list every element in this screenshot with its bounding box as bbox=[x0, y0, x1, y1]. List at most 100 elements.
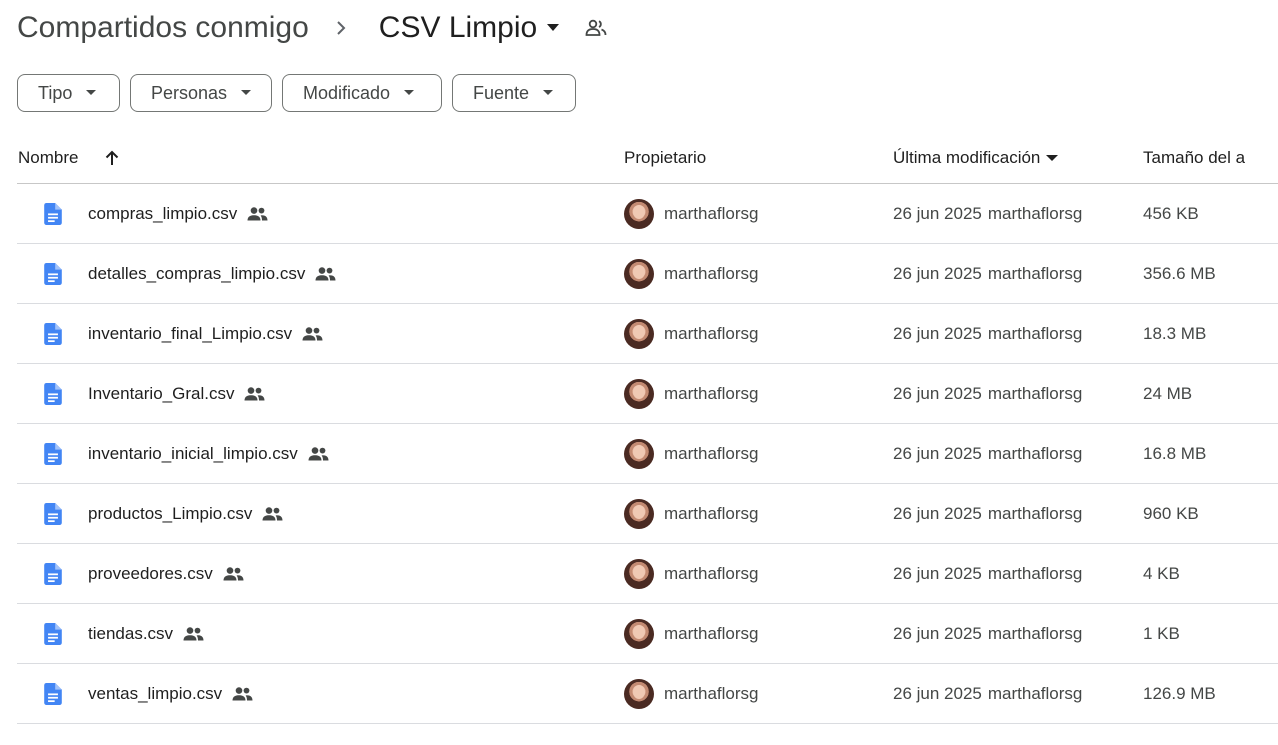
caret-down-icon bbox=[241, 90, 252, 96]
modified-by: marthaflorsg bbox=[987, 623, 1083, 643]
file-size: 960 KB bbox=[1143, 503, 1199, 523]
modified-cell: 26 jun 2025 marthaflorsg bbox=[893, 604, 1082, 663]
file-row[interactable]: compras_limpio.csv marthaflorsg 26 jun 2… bbox=[17, 184, 1278, 244]
column-header-size[interactable]: Tamaño del archivo bbox=[1143, 133, 1245, 183]
modified-by: marthaflorsg bbox=[987, 323, 1083, 343]
file-name-cell: ventas_limpio.csv bbox=[88, 664, 253, 723]
file-row[interactable]: Inventario_Gral.csv marthaflorsg 26 jun … bbox=[17, 364, 1278, 424]
modified-by: marthaflorsg bbox=[987, 383, 1083, 403]
file-name[interactable]: Inventario_Gral.csv bbox=[88, 384, 234, 404]
filter-modified-chip[interactable]: Modificado bbox=[282, 74, 442, 112]
file-rows: compras_limpio.csv marthaflorsg 26 jun 2… bbox=[17, 184, 1278, 724]
owner-cell: marthaflorsg bbox=[624, 484, 758, 543]
file-row[interactable]: tiendas.csv marthaflorsg 26 jun 2025 mar… bbox=[17, 604, 1278, 664]
file-row[interactable]: proveedores.csv marthaflorsg 26 jun 2025… bbox=[17, 544, 1278, 604]
modified-cell: 26 jun 2025 marthaflorsg bbox=[893, 244, 1082, 303]
doc-file-icon bbox=[43, 544, 63, 603]
size-cell: 126.9 MB bbox=[1143, 664, 1216, 723]
modified-date: 26 jun 2025 bbox=[893, 563, 982, 583]
doc-file-icon bbox=[43, 664, 63, 723]
owner-name: marthaflorsg bbox=[664, 263, 759, 283]
owner-cell: marthaflorsg bbox=[624, 544, 758, 603]
arrow-up-icon[interactable] bbox=[104, 150, 120, 166]
caret-down-icon bbox=[1046, 154, 1059, 162]
size-cell: 16.8 MB bbox=[1143, 424, 1206, 483]
avatar bbox=[624, 498, 654, 529]
avatar bbox=[624, 198, 654, 229]
file-name-cell: detalles_compras_limpio.csv bbox=[88, 244, 336, 303]
owner-name: marthaflorsg bbox=[664, 383, 759, 403]
owner-cell: marthaflorsg bbox=[624, 184, 758, 243]
caret-down-icon bbox=[543, 90, 554, 96]
size-cell: 4 KB bbox=[1143, 544, 1180, 603]
doc-file-icon bbox=[43, 604, 63, 663]
breadcrumb-current-folder[interactable]: CSV Limpio bbox=[379, 11, 560, 45]
filter-type-label: Tipo bbox=[38, 82, 73, 103]
file-name-cell: Inventario_Gral.csv bbox=[88, 364, 265, 423]
modified-date: 26 jun 2025 bbox=[893, 263, 982, 283]
owner-name: marthaflorsg bbox=[664, 683, 759, 703]
owner-cell: marthaflorsg bbox=[624, 364, 758, 423]
filter-bar: Tipo Personas Modificado Fuente bbox=[17, 74, 576, 112]
modified-date: 26 jun 2025 bbox=[893, 683, 982, 703]
column-header-owner[interactable]: Propietario bbox=[624, 133, 706, 183]
file-row[interactable]: productos_Limpio.csv marthaflorsg 26 jun… bbox=[17, 484, 1278, 544]
file-name[interactable]: inventario_final_Limpio.csv bbox=[88, 324, 292, 344]
owner-name: marthaflorsg bbox=[664, 203, 759, 223]
file-list: Nombre Propietario Última modificación T… bbox=[17, 133, 1278, 724]
file-name[interactable]: proveedores.csv bbox=[88, 564, 213, 584]
shared-people-icon bbox=[247, 206, 268, 221]
file-name[interactable]: inventario_inicial_limpio.csv bbox=[88, 444, 298, 464]
modified-by: marthaflorsg bbox=[987, 203, 1083, 223]
caret-down-icon bbox=[404, 90, 415, 96]
modified-cell: 26 jun 2025 marthaflorsg bbox=[893, 544, 1082, 603]
file-row[interactable]: ventas_limpio.csv marthaflorsg 26 jun 20… bbox=[17, 664, 1278, 724]
modified-cell: 26 jun 2025 marthaflorsg bbox=[893, 184, 1082, 243]
file-name[interactable]: detalles_compras_limpio.csv bbox=[88, 264, 305, 284]
shared-people-icon bbox=[308, 446, 329, 461]
file-name-cell: proveedores.csv bbox=[88, 544, 244, 603]
modified-date: 26 jun 2025 bbox=[893, 203, 982, 223]
column-size-label: Tamaño del archivo bbox=[1143, 148, 1245, 167]
folder-shared-people-icon[interactable] bbox=[585, 19, 607, 37]
file-row[interactable]: detalles_compras_limpio.csv marthaflorsg… bbox=[17, 244, 1278, 304]
doc-file-icon bbox=[43, 424, 63, 483]
doc-file-icon bbox=[43, 484, 63, 543]
size-cell: 18.3 MB bbox=[1143, 304, 1206, 363]
shared-people-icon bbox=[244, 386, 265, 401]
doc-file-icon bbox=[43, 244, 63, 303]
file-size: 4 KB bbox=[1143, 563, 1180, 583]
file-name[interactable]: ventas_limpio.csv bbox=[88, 684, 222, 704]
breadcrumb-root[interactable]: Compartidos conmigo bbox=[17, 11, 311, 45]
filter-type-chip[interactable]: Tipo bbox=[17, 74, 120, 112]
shared-people-icon bbox=[223, 566, 244, 581]
file-size: 1 KB bbox=[1143, 623, 1180, 643]
chevron-right-icon bbox=[323, 13, 359, 43]
file-name[interactable]: compras_limpio.csv bbox=[88, 204, 237, 224]
doc-file-icon bbox=[43, 184, 63, 243]
column-header-name[interactable]: Nombre bbox=[18, 133, 120, 183]
file-row[interactable]: inventario_inicial_limpio.csv marthaflor… bbox=[17, 424, 1278, 484]
doc-file-icon bbox=[43, 304, 63, 363]
file-name[interactable]: productos_Limpio.csv bbox=[88, 504, 252, 524]
filter-people-chip[interactable]: Personas bbox=[130, 74, 272, 112]
size-cell: 456 KB bbox=[1143, 184, 1199, 243]
modified-date: 26 jun 2025 bbox=[893, 383, 982, 403]
avatar bbox=[624, 678, 654, 709]
column-header-modified[interactable]: Última modificación bbox=[893, 133, 1059, 183]
column-owner-label: Propietario bbox=[624, 148, 707, 167]
avatar bbox=[624, 438, 654, 469]
modified-cell: 26 jun 2025 marthaflorsg bbox=[893, 484, 1082, 543]
file-row[interactable]: inventario_final_Limpio.csv marthaflorsg… bbox=[17, 304, 1278, 364]
owner-name: marthaflorsg bbox=[664, 623, 759, 643]
avatar bbox=[624, 318, 654, 349]
filter-source-chip[interactable]: Fuente bbox=[452, 74, 576, 112]
file-size: 18.3 MB bbox=[1143, 323, 1207, 343]
shared-people-icon bbox=[183, 626, 204, 641]
avatar bbox=[624, 618, 654, 649]
size-cell: 24 MB bbox=[1143, 364, 1192, 423]
shared-people-icon bbox=[302, 326, 323, 341]
modified-date: 26 jun 2025 bbox=[893, 443, 982, 463]
file-name[interactable]: tiendas.csv bbox=[88, 624, 173, 644]
file-name-cell: tiendas.csv bbox=[88, 604, 204, 663]
